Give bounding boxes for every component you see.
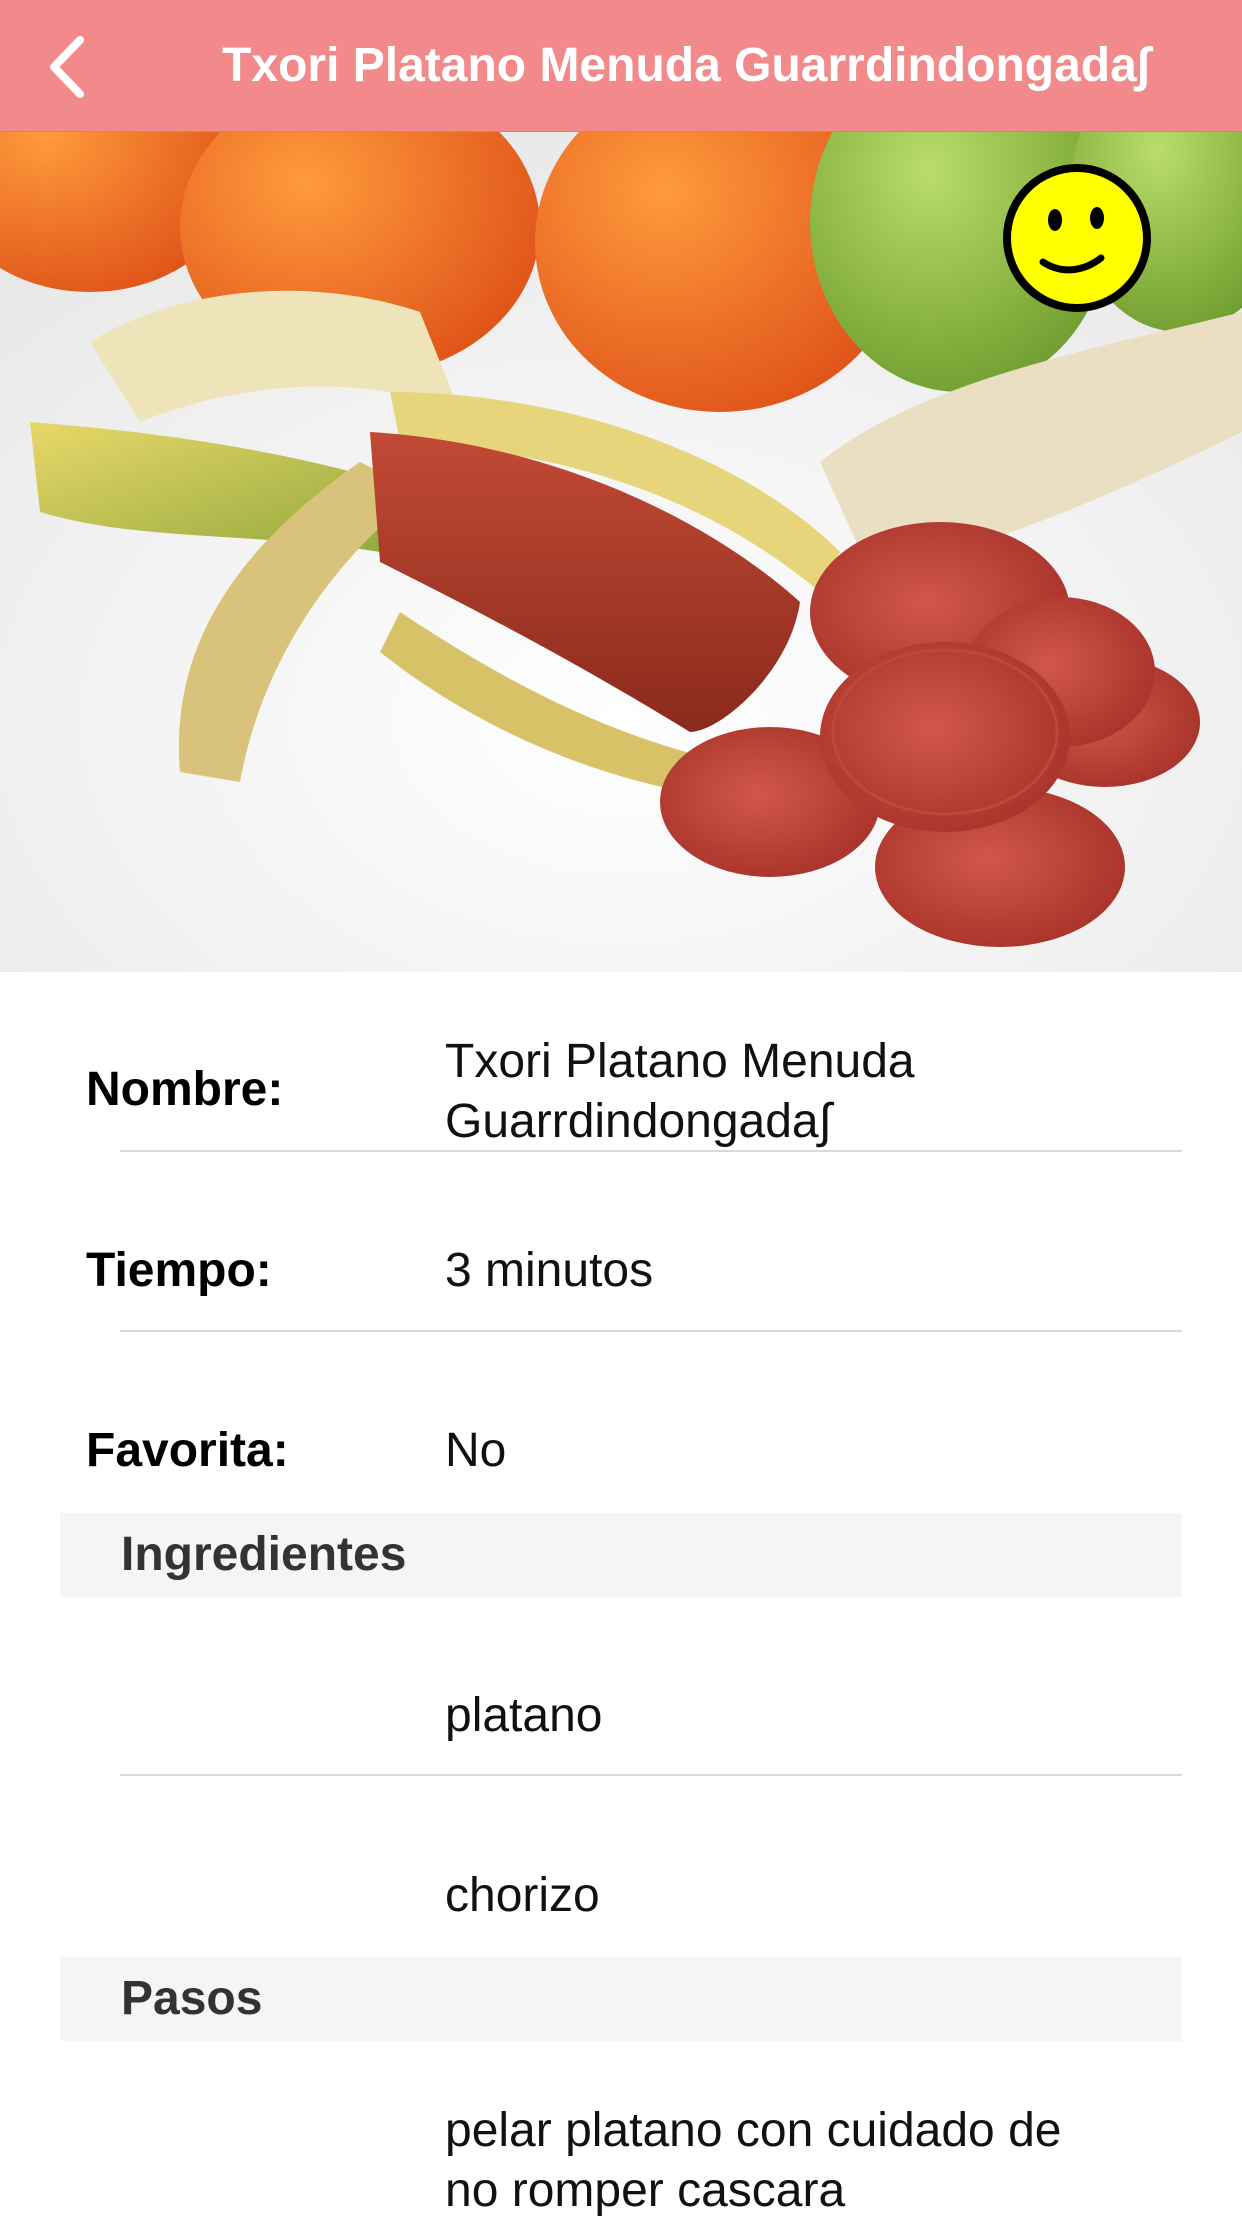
tiempo-label: Tiempo: [86, 1244, 272, 1297]
navigation-bar: Txori Platano Menuda Guarrdindongada∫ [0, 0, 1242, 132]
row-separator [120, 1330, 1182, 1332]
page-title: Txori Platano Menuda Guarrdindongada∫ [222, 39, 1150, 92]
chevron-left-icon [50, 36, 84, 98]
row-separator [120, 1150, 1182, 1152]
nombre-label: Nombre: [86, 1063, 284, 1116]
nombre-value-line1: Txori Platano Menuda [445, 1035, 915, 1088]
row-separator [120, 1774, 1182, 1776]
pasos-header-label: Pasos [121, 1972, 263, 2025]
recipe-photo [0, 132, 1242, 972]
favorite-toggle-button[interactable] [1001, 162, 1153, 314]
ingredient-item: platano [445, 1689, 603, 1742]
ingredient-item: chorizo [445, 1869, 600, 1922]
nombre-value-line2: Guarrdindongada∫ [445, 1095, 832, 1148]
step-line2: no romper cascara [445, 2164, 846, 2217]
smiley-face-icon [1003, 164, 1151, 312]
favorita-value: No [445, 1424, 507, 1477]
tiempo-value: 3 minutos [445, 1244, 654, 1297]
back-button[interactable] [22, 22, 112, 112]
nombre-value: Txori Platano Menuda Guarrdindongada∫ [445, 1032, 1185, 1152]
favorita-label: Favorita: [86, 1424, 289, 1477]
pasos-section-header: Pasos [60, 1957, 1182, 2041]
step-line1: pelar platano con cuidado de [445, 2104, 1062, 2157]
ingredientes-section-header: Ingredientes [60, 1513, 1182, 1597]
ingredientes-header-label: Ingredientes [121, 1528, 407, 1581]
step-item: pelar platano con cuidado de no romper c… [445, 2101, 1185, 2221]
